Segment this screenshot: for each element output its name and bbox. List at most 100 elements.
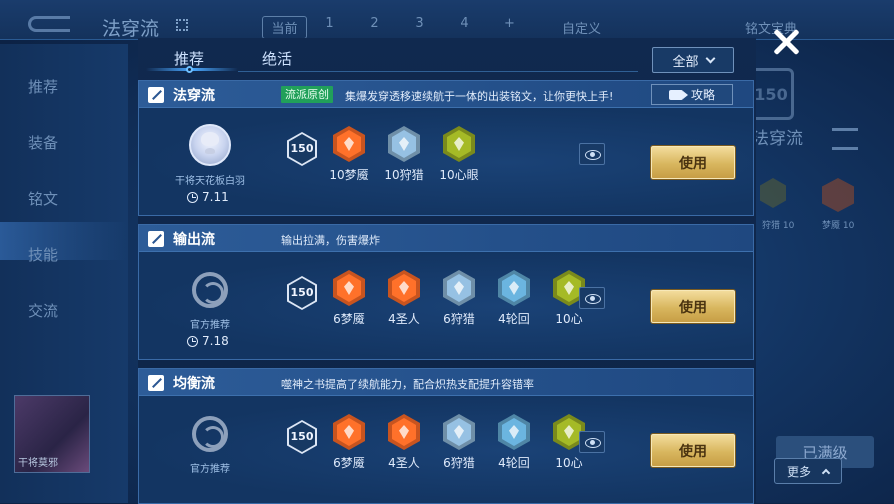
card-body: 官方推荐 150 6梦魇 4圣人 6狩猎 4轮回 10心 使用 — [139, 396, 753, 503]
filter-dropdown[interactable]: 全部 — [652, 47, 734, 73]
right-level-value: 150 — [754, 84, 788, 104]
clock-icon — [187, 335, 198, 347]
author-name: 干将天花板白羽 — [175, 176, 245, 187]
build-description: 集爆发穿透移速续航于一体的出装铭文，让你更快上手! — [345, 90, 614, 103]
rune-item: 6狩猎 — [431, 270, 487, 327]
build-description: 输出拉满，伤害爆炸 — [281, 234, 380, 247]
rune-label: 10心眼 — [439, 168, 479, 182]
rune-recommend-modal: 推荐 绝活 全部 法穿流 流派原创 集爆发穿透移速续航于一体的出装铭文，让你更快… — [138, 38, 756, 504]
rune-item: 6梦魇 — [321, 414, 377, 471]
rune-item: 10心眼 — [431, 126, 487, 183]
tab-indicator-dot — [186, 66, 193, 73]
use-button[interactable]: 使用 — [651, 434, 735, 467]
rune-item: 10狩猎 — [376, 126, 432, 183]
official-logo-icon — [192, 272, 228, 308]
update-date: 7.18 — [187, 334, 229, 348]
author-name: 官方推荐 — [190, 464, 230, 475]
page-2[interactable]: 2 — [352, 16, 397, 39]
official-logo-icon — [192, 416, 228, 452]
rune-gem-icon — [388, 126, 420, 162]
more-button[interactable]: 更多 — [774, 458, 842, 484]
sidebar-active-highlight — [0, 222, 128, 260]
rune-gem-icon — [498, 414, 530, 450]
hero-name: 干将莫邪 — [18, 458, 58, 469]
sidebar-item-runes[interactable]: 铭文 — [28, 188, 58, 209]
preview-eye-icon[interactable] — [579, 143, 605, 165]
rune-level-badge: 150 — [287, 132, 317, 166]
rune-page-title: 法穿流 — [102, 18, 160, 40]
page-4[interactable]: 4 — [442, 16, 487, 39]
preview-eye-icon[interactable] — [579, 431, 605, 453]
author-name: 官方推荐 — [190, 320, 230, 331]
bg-rune-label: 狩猎 10 — [762, 221, 795, 231]
date-text: 7.18 — [202, 334, 229, 348]
sidebar-item-recommend[interactable]: 推荐 — [28, 76, 58, 97]
card-body: 干将天花板白羽 7.11 150 10梦魇 10狩猎 10心眼 使用 — [139, 108, 753, 215]
use-button[interactable]: 使用 — [651, 290, 735, 323]
back-icon[interactable] — [28, 16, 70, 32]
card-header: 法穿流 流派原创 集爆发穿透移速续航于一体的出装铭文，让你更快上手! 攻略 — [139, 81, 753, 108]
build-description: 噬神之书提高了续航能力，配合炽热支配提升容错率 — [281, 378, 534, 391]
bg-rune-label: 梦魇 10 — [822, 221, 855, 231]
menu-icon[interactable] — [832, 128, 858, 150]
rune-level-badge: 150 — [287, 276, 317, 310]
use-button[interactable]: 使用 — [651, 146, 735, 179]
rune-label: 4轮回 — [498, 312, 530, 326]
right-page-title: 法穿流 — [752, 129, 803, 149]
filter-label: 全部 — [672, 54, 699, 70]
rune-label: 4圣人 — [388, 312, 420, 326]
guide-label: 攻略 — [690, 88, 715, 102]
page-3[interactable]: 3 — [397, 16, 442, 39]
rune-label: 10心 — [555, 456, 583, 470]
top-bar: 法穿流 当前 1 2 3 4 + 自定义 铭文宝典 — [0, 0, 894, 40]
tab-specialty[interactable]: 绝活 — [262, 48, 292, 69]
sidebar-item-community[interactable]: 交流 — [28, 300, 58, 321]
rune-item: 4轮回 — [486, 414, 542, 471]
author-avatar[interactable] — [189, 124, 231, 166]
rune-item: 4圣人 — [376, 414, 432, 471]
build-card: 均衡流 噬神之书提高了续航能力，配合炽热支配提升容错率 官方推荐 150 6梦魇… — [138, 368, 754, 504]
rune-gem-icon — [443, 126, 475, 162]
build-name: 法穿流 — [173, 88, 215, 104]
rune-label: 10梦魇 — [329, 168, 369, 182]
build-card: 法穿流 流派原创 集爆发穿透移速续航于一体的出装铭文，让你更快上手! 攻略 干将… — [138, 80, 754, 216]
rune-label: 6狩猎 — [443, 312, 475, 326]
guide-button[interactable]: 攻略 — [651, 84, 733, 105]
chevron-down-icon — [705, 53, 715, 63]
rune-gem-icon — [498, 270, 530, 306]
custom-button[interactable]: 自定义 — [562, 18, 601, 37]
page-selector: 当前 1 2 3 4 + — [262, 16, 532, 39]
grid-icon[interactable] — [176, 19, 188, 31]
video-icon — [668, 89, 688, 100]
build-card: 输出流 输出拉满，伤害爆炸 官方推荐 7.18 150 6梦魇 4圣人 6狩猎 4轮回… — [138, 224, 754, 360]
rune-item: 4圣人 — [376, 270, 432, 327]
rune-item: 10梦魇 — [321, 126, 377, 183]
rune-level-value: 150 — [290, 142, 314, 155]
rune-gem-icon — [333, 414, 365, 450]
rune-item: 6狩猎 — [431, 414, 487, 471]
more-label: 更多 — [786, 464, 811, 479]
page-current[interactable]: 当前 — [262, 16, 307, 39]
page-add[interactable]: + — [487, 16, 532, 39]
rune-level-badge: 150 — [287, 420, 317, 454]
rune-level-value: 150 — [290, 430, 314, 443]
tab-divider — [238, 71, 638, 72]
card-body: 官方推荐 7.18 150 6梦魇 4圣人 6狩猎 4轮回 10心 使用 — [139, 252, 753, 359]
rune-label: 10狩猎 — [384, 168, 424, 182]
rune-gem-icon — [333, 270, 365, 306]
sidebar-item-equipment[interactable]: 装备 — [28, 132, 58, 153]
close-icon[interactable] — [772, 28, 800, 56]
rune-label: 4轮回 — [498, 456, 530, 470]
chevron-up-icon — [821, 468, 831, 477]
update-date: 7.11 — [187, 190, 229, 204]
preview-eye-icon[interactable] — [579, 287, 605, 309]
edit-icon — [148, 87, 164, 103]
card-header: 输出流 输出拉满，伤害爆炸 — [139, 225, 753, 252]
page-1[interactable]: 1 — [307, 16, 352, 39]
sidebar-item-skills[interactable]: 技能 — [28, 244, 58, 265]
rune-item: 4轮回 — [486, 270, 542, 327]
rune-gem-icon — [388, 270, 420, 306]
rune-label: 6梦魇 — [333, 456, 365, 470]
rune-label: 6梦魇 — [333, 312, 365, 326]
rune-level-value: 150 — [290, 286, 314, 299]
